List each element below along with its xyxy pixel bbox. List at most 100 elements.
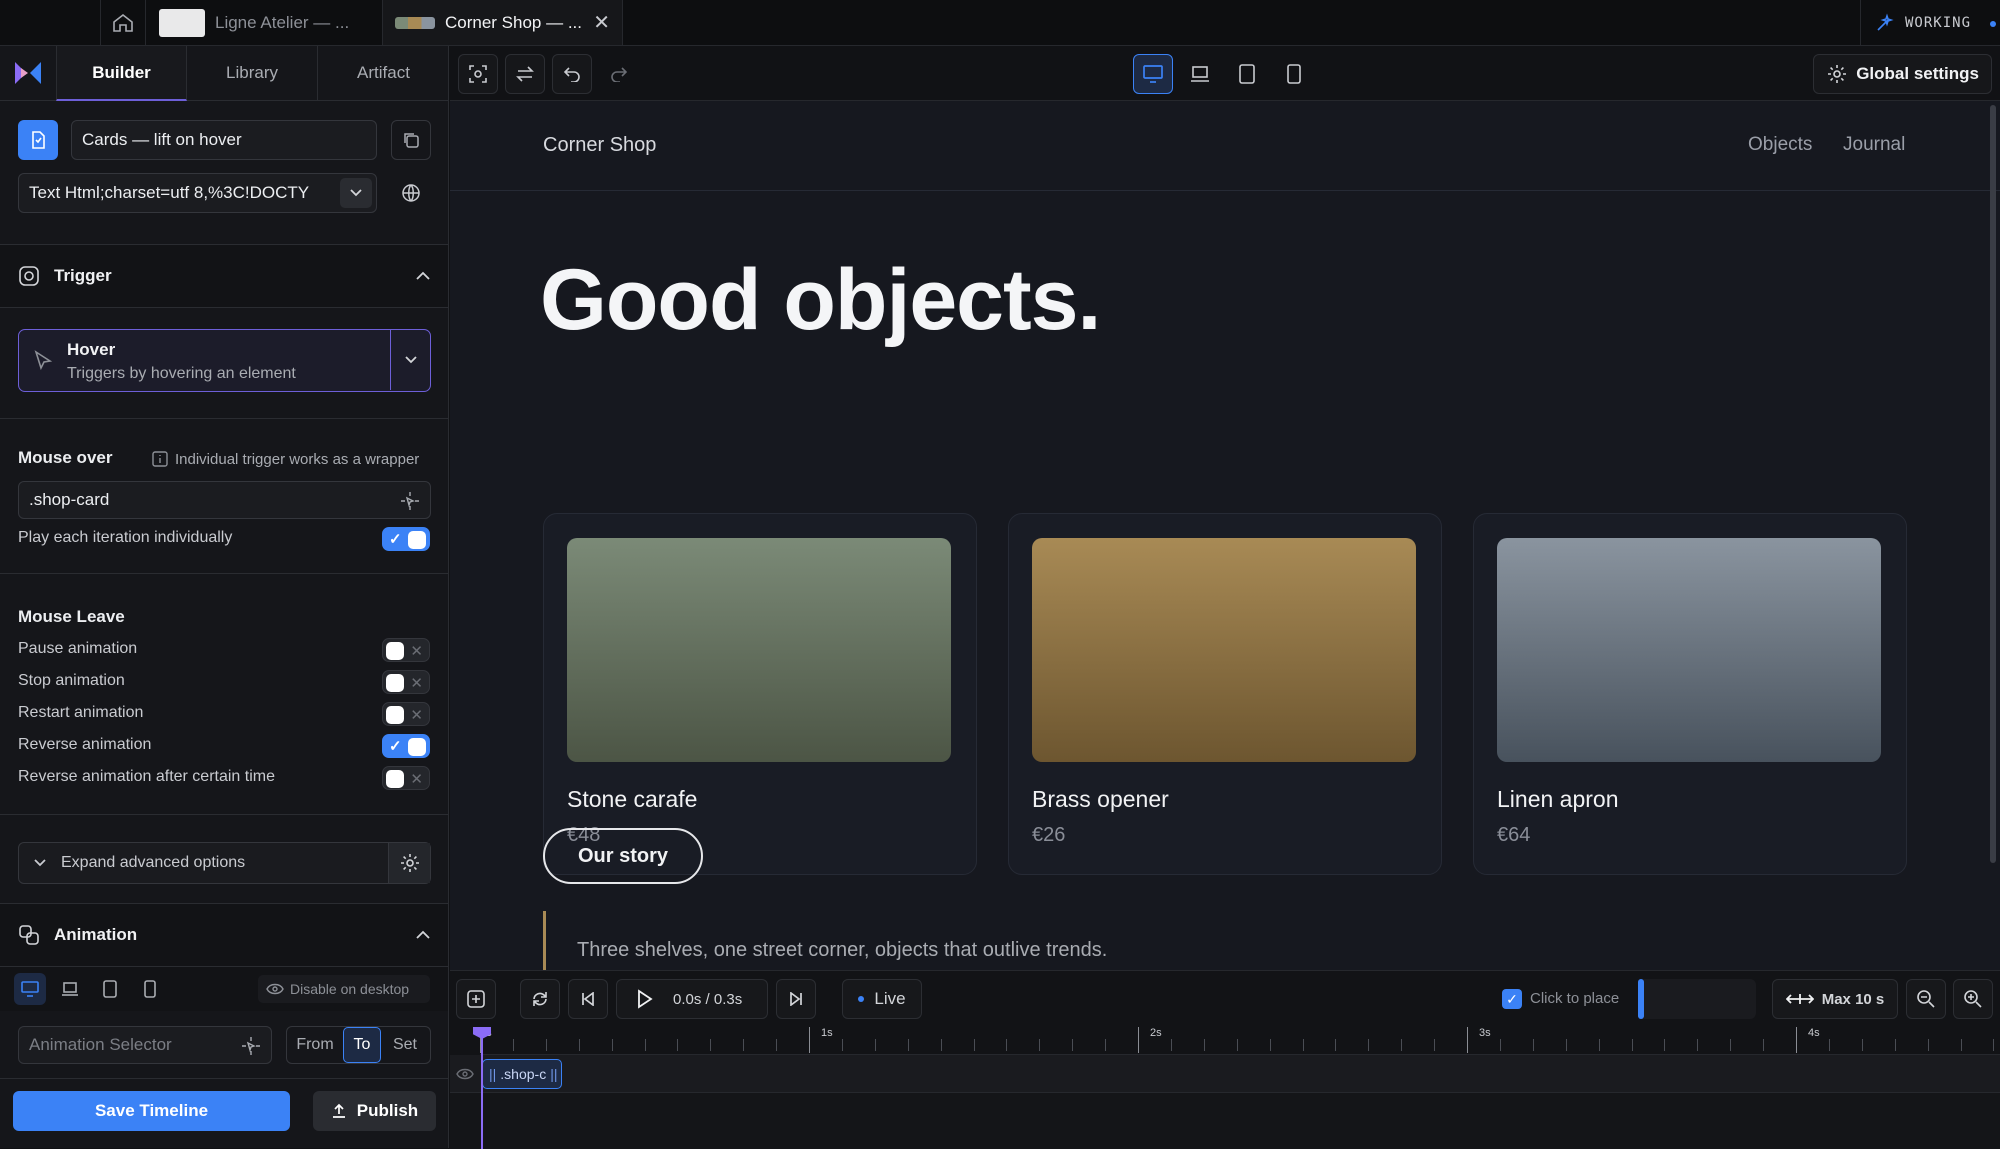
- source-select[interactable]: Text Html;charset=utf 8,%3C!DOCTY: [18, 173, 377, 213]
- desktop-view-icon[interactable]: [1133, 54, 1173, 94]
- tab-library[interactable]: Library: [187, 46, 318, 101]
- site-brand[interactable]: Corner Shop: [543, 134, 656, 157]
- zoom-out-icon[interactable]: [1906, 979, 1946, 1019]
- upload-icon: [332, 1103, 345, 1118]
- ruler-tick: [1499, 1039, 1501, 1051]
- chevron-down-icon[interactable]: [390, 330, 430, 390]
- zoom-slider-handle[interactable]: [1638, 979, 1644, 1019]
- ruler-tick: [1730, 1039, 1732, 1051]
- click-to-place-checkbox[interactable]: ✓: [1502, 989, 1522, 1009]
- ruler-tick: [1697, 1039, 1699, 1051]
- mode-set[interactable]: Set: [381, 1036, 429, 1054]
- desktop-icon[interactable]: [14, 973, 46, 1005]
- animation-selector-input[interactable]: Animation Selector: [18, 1026, 272, 1064]
- pause-animation-toggle[interactable]: ✕: [382, 638, 430, 662]
- duplicate-icon[interactable]: [391, 120, 431, 160]
- undo-icon[interactable]: [552, 54, 592, 94]
- panel-footer: Save Timeline Publish: [0, 1078, 448, 1148]
- file-icon[interactable]: [18, 120, 58, 160]
- iteration-toggle[interactable]: ✓: [382, 527, 430, 551]
- trigger-selector-input[interactable]: .shop-card: [18, 481, 431, 519]
- ruler-tick: [1072, 1039, 1074, 1051]
- track-clip[interactable]: || .shop-c ||: [482, 1059, 562, 1089]
- zoom-slider[interactable]: [1638, 979, 1756, 1019]
- expand-advanced-button[interactable]: Expand advanced options: [18, 842, 431, 884]
- ruler-tick: [809, 1027, 810, 1053]
- ruler-tick: [1335, 1039, 1337, 1051]
- tab-artifact[interactable]: Artifact: [318, 46, 448, 101]
- product-card[interactable]: Linen apron €64: [1473, 513, 1907, 875]
- ruler-label: 1s: [821, 1027, 833, 1039]
- mode-from[interactable]: From: [287, 1036, 343, 1054]
- global-settings-label: Global settings: [1856, 64, 1979, 83]
- scrollbar[interactable]: [1990, 105, 1996, 863]
- redo-icon[interactable]: [599, 54, 639, 94]
- clip-handle[interactable]: ||: [489, 1066, 496, 1082]
- mobile-icon[interactable]: [134, 973, 166, 1005]
- swap-icon[interactable]: [505, 54, 545, 94]
- playback-control[interactable]: 0.0s / 0.3s: [616, 979, 768, 1019]
- chevron-down-icon[interactable]: [340, 178, 372, 208]
- skip-forward-icon[interactable]: [776, 979, 816, 1019]
- clip-handle[interactable]: ||: [550, 1066, 557, 1082]
- add-keyframe-icon[interactable]: [456, 979, 496, 1019]
- play-icon[interactable]: [637, 989, 653, 1009]
- zoom-in-icon[interactable]: [1953, 979, 1993, 1019]
- product-name: Linen apron: [1497, 786, 1619, 812]
- trigger-type-select[interactable]: Hover Triggers by hovering an element: [18, 329, 431, 392]
- animation-section-header[interactable]: Animation: [0, 903, 448, 967]
- tab-label: Corner Shop — ...: [445, 12, 583, 32]
- nav-journal[interactable]: Journal: [1843, 134, 1905, 156]
- restart-animation-toggle[interactable]: ✕: [382, 702, 430, 726]
- playhead[interactable]: [473, 1027, 491, 1149]
- timeline-name-input[interactable]: Cards — lift on hover: [71, 120, 377, 160]
- home-icon[interactable]: [100, 0, 146, 45]
- logo-icon: [15, 62, 41, 84]
- tab-corner-shop[interactable]: Corner Shop — ... ✕: [383, 0, 623, 45]
- ruler-tick: [973, 1039, 975, 1051]
- global-settings-button[interactable]: Global settings: [1813, 54, 1992, 94]
- mouse-over-title: Mouse over: [18, 448, 113, 467]
- eye-icon[interactable]: [456, 1068, 474, 1080]
- publish-button[interactable]: Publish: [313, 1091, 436, 1131]
- laptop-icon[interactable]: [54, 973, 86, 1005]
- chevron-up-icon[interactable]: [415, 271, 431, 281]
- ruler-tick: [1170, 1039, 1172, 1051]
- tablet-view-icon[interactable]: [1227, 54, 1267, 94]
- cursor-icon: [34, 350, 53, 371]
- mobile-view-icon[interactable]: [1274, 54, 1314, 94]
- mode-to[interactable]: To: [343, 1027, 381, 1063]
- nav-objects[interactable]: Objects: [1748, 134, 1812, 156]
- element-picker-icon[interactable]: [241, 1036, 261, 1056]
- save-timeline-button[interactable]: Save Timeline: [13, 1091, 290, 1131]
- tab-ligne-atelier[interactable]: Ligne Atelier — ...: [147, 0, 383, 45]
- gear-icon[interactable]: [388, 843, 430, 883]
- ruler-tick: [677, 1039, 679, 1051]
- globe-icon[interactable]: [391, 173, 431, 213]
- target-icon: [19, 266, 39, 286]
- laptop-view-icon[interactable]: [1180, 54, 1220, 94]
- element-picker-icon[interactable]: [400, 491, 420, 511]
- max-duration-button[interactable]: Max 10 s: [1772, 979, 1898, 1019]
- product-card[interactable]: Stone carafe €48: [543, 513, 977, 875]
- timeline-ruler[interactable]: 0s 1s 2s 3s 4s: [480, 1025, 2000, 1055]
- trigger-type-desc: Triggers by hovering an element: [67, 365, 296, 382]
- ruler-tick: [1236, 1039, 1238, 1051]
- tablet-icon[interactable]: [94, 973, 126, 1005]
- stop-animation-toggle[interactable]: ✕: [382, 670, 430, 694]
- status-label: WORKING: [1905, 14, 1972, 31]
- close-icon[interactable]: ✕: [593, 10, 610, 35]
- chevron-up-icon[interactable]: [415, 930, 431, 940]
- disable-desktop-button[interactable]: Disable on desktop: [258, 975, 430, 1003]
- fit-screen-icon[interactable]: [458, 54, 498, 94]
- ruler-tick: [1269, 1039, 1271, 1051]
- our-story-button[interactable]: Our story: [543, 828, 703, 884]
- live-button[interactable]: Live: [842, 979, 922, 1019]
- tab-builder[interactable]: Builder: [56, 46, 187, 101]
- reverse-after-time-toggle[interactable]: ✕: [382, 766, 430, 790]
- product-card[interactable]: Brass opener €26: [1008, 513, 1442, 875]
- reverse-animation-toggle[interactable]: ✓: [382, 734, 430, 758]
- trigger-section-header[interactable]: Trigger: [0, 244, 448, 308]
- loop-icon[interactable]: [520, 979, 560, 1019]
- skip-back-icon[interactable]: [568, 979, 608, 1019]
